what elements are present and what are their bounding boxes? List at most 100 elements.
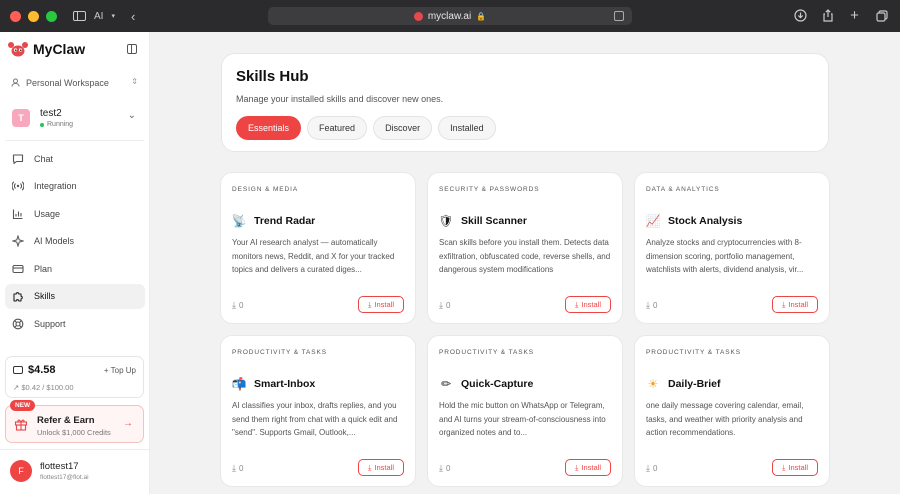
satellite-dish-icon: 📡 <box>231 214 247 228</box>
install-count-value: 0 <box>238 301 244 310</box>
tab-installed[interactable]: Installed <box>438 116 496 140</box>
tab-overview-icon[interactable] <box>875 9 888 22</box>
sidebar-item-label: Support <box>34 319 66 330</box>
install-button[interactable]: ⤓ Install <box>565 459 611 476</box>
sidebar-item-chat[interactable]: Chat <box>5 146 145 171</box>
tab-group-label[interactable]: AI <box>94 11 103 22</box>
skill-description: Analyze stocks and cryptocurrencies with… <box>646 238 804 274</box>
skill-category: DATA & ANALYTICS <box>646 186 720 193</box>
install-count: ⤓ 0 <box>646 463 657 474</box>
skill-card-trend-radar[interactable]: DESIGN & MEDIA 📡 Trend Radar Your AI res… <box>220 172 416 324</box>
credit-balance: $4.58 <box>13 364 56 376</box>
reader-icon[interactable] <box>614 11 624 21</box>
install-count: ⤓ 0 <box>646 300 657 311</box>
minimize-window-button[interactable] <box>28 10 39 22</box>
chat-icon <box>12 153 24 165</box>
skill-category: PRODUCTIVITY & TASKS <box>439 349 534 356</box>
url-text: myclaw.ai <box>427 10 472 22</box>
instance-selector[interactable]: T test2 Running ⌄ <box>6 100 144 136</box>
skill-description: AI classifies your inbox, drafts replies… <box>232 401 398 437</box>
chevron-updown-icon: ⇕ <box>131 77 138 86</box>
refer-subtitle: Unlock $1,000 Credits <box>37 428 111 437</box>
skill-category: PRODUCTIVITY & TASKS <box>232 349 327 356</box>
lock-icon: 🔒 <box>476 11 487 21</box>
divider <box>6 140 144 141</box>
gift-icon <box>14 417 28 431</box>
download-icon: ⤓ <box>782 299 786 309</box>
install-button[interactable]: ⤓ Install <box>772 459 818 476</box>
chevron-down-icon[interactable]: ▾ <box>111 12 115 20</box>
skill-card-daily-brief[interactable]: PRODUCTIVITY & TASKS ☀ Daily-Brief one d… <box>634 335 830 487</box>
install-label: Install <box>374 463 394 472</box>
avatar: F <box>10 460 32 482</box>
tab-bar: Essentials Featured Discover Installed <box>236 116 496 140</box>
sidebar-item-label: Usage <box>34 208 61 219</box>
sidebar-item-skills[interactable]: Skills <box>5 283 145 309</box>
status-dot-icon <box>40 122 44 127</box>
zoom-window-button[interactable] <box>46 10 57 22</box>
brand[interactable]: MyClaw <box>8 40 85 58</box>
sidebar-item-integration[interactable]: Integration <box>5 174 145 199</box>
skill-description: Your AI research analyst — automatically… <box>232 238 395 274</box>
download-icon: ⤓ <box>575 462 579 472</box>
skill-card-stock-analysis[interactable]: DATA & ANALYTICS 📈 Stock Analysis Analyz… <box>634 172 830 324</box>
new-tab-icon[interactable]: + <box>848 7 861 24</box>
credits-card: $4.58 + Top Up ↗ $0.42 / $100.00 <box>5 356 144 398</box>
download-icon: ⤓ <box>439 463 443 473</box>
page-subtitle: Manage your installed skills and discove… <box>236 94 444 104</box>
skill-card-quick-capture[interactable]: PRODUCTIVITY & TASKS ✏ Quick-Capture Hol… <box>427 335 623 487</box>
install-label: Install <box>788 300 808 309</box>
sidebar-item-ai-models[interactable]: AI Models <box>5 229 145 254</box>
skills-hub-header: Skills Hub Manage your installed skills … <box>221 53 829 152</box>
pencil-icon: ✏ <box>440 377 452 391</box>
tab-featured[interactable]: Featured <box>307 116 368 140</box>
sidebar-item-support[interactable]: Support <box>5 312 145 337</box>
download-icon[interactable] <box>794 9 807 22</box>
divider <box>0 449 150 450</box>
workspace-label: Personal Workspace <box>26 78 109 88</box>
puzzle-icon <box>12 290 24 303</box>
refer-earn-card[interactable]: NEW Refer & Earn Unlock $1,000 Credits → <box>5 400 144 443</box>
address-bar[interactable]: myclaw.ai 🔒 <box>268 7 632 25</box>
browser-toolbar: AI ▾ ‹ myclaw.ai 🔒 + <box>0 0 900 32</box>
install-count-value: 0 <box>445 301 451 310</box>
skill-name: Stock Analysis <box>668 215 743 227</box>
wallet-icon <box>13 366 23 374</box>
skill-name: Skill Scanner <box>461 215 527 227</box>
workspace-selector[interactable]: Personal Workspace ⇕ <box>6 72 144 94</box>
download-icon: ⤓ <box>646 300 650 310</box>
tab-discover[interactable]: Discover <box>373 116 433 140</box>
credit-usage-text: $0.42 / $100.00 <box>21 383 74 392</box>
skill-description: Scan skills before you install them. Det… <box>439 238 611 274</box>
tab-essentials[interactable]: Essentials <box>236 116 302 140</box>
install-button[interactable]: ⤓ Install <box>772 296 818 313</box>
user-name: flottest17 <box>40 461 79 472</box>
skill-card-smart-inbox[interactable]: PRODUCTIVITY & TASKS 📬 Smart-Inbox AI cl… <box>220 335 416 487</box>
sidebar-item-usage[interactable]: Usage <box>5 201 145 226</box>
site-favicon-icon <box>413 11 423 21</box>
install-button[interactable]: ⤓ Install <box>565 296 611 313</box>
credit-usage: ↗ $0.42 / $100.00 <box>13 383 74 392</box>
top-up-button[interactable]: + Top Up <box>104 366 136 375</box>
collapse-sidebar-icon[interactable] <box>127 44 137 54</box>
credit-amount: $4.58 <box>28 364 56 376</box>
close-window-button[interactable] <box>10 10 21 22</box>
user-profile[interactable]: F flottest17 flottest17@flot.ai <box>10 460 89 482</box>
back-arrow-icon[interactable]: ‹ <box>131 9 135 24</box>
skill-card-skill-scanner[interactable]: SECURITY & PASSWORDS 🛡 Skill Scanner Sca… <box>427 172 623 324</box>
install-button[interactable]: ⤓ Install <box>358 459 404 476</box>
user-email: flottest17@flot.ai <box>40 474 89 481</box>
instance-name: test2 <box>40 108 62 119</box>
install-label: Install <box>788 463 808 472</box>
install-button[interactable]: ⤓ Install <box>358 296 404 313</box>
sidebar-item-plan[interactable]: Plan <box>5 256 145 281</box>
download-icon: ⤓ <box>232 463 236 473</box>
install-count: ⤓ 0 <box>232 300 243 311</box>
instance-status: Running <box>40 121 73 128</box>
skill-category: SECURITY & PASSWORDS <box>439 186 540 193</box>
browser-sidebar-icon[interactable] <box>73 11 86 21</box>
mailbox-icon: 📬 <box>231 377 247 391</box>
install-label: Install <box>581 463 601 472</box>
share-icon[interactable] <box>821 9 834 22</box>
chart-up-icon: 📈 <box>645 214 661 228</box>
